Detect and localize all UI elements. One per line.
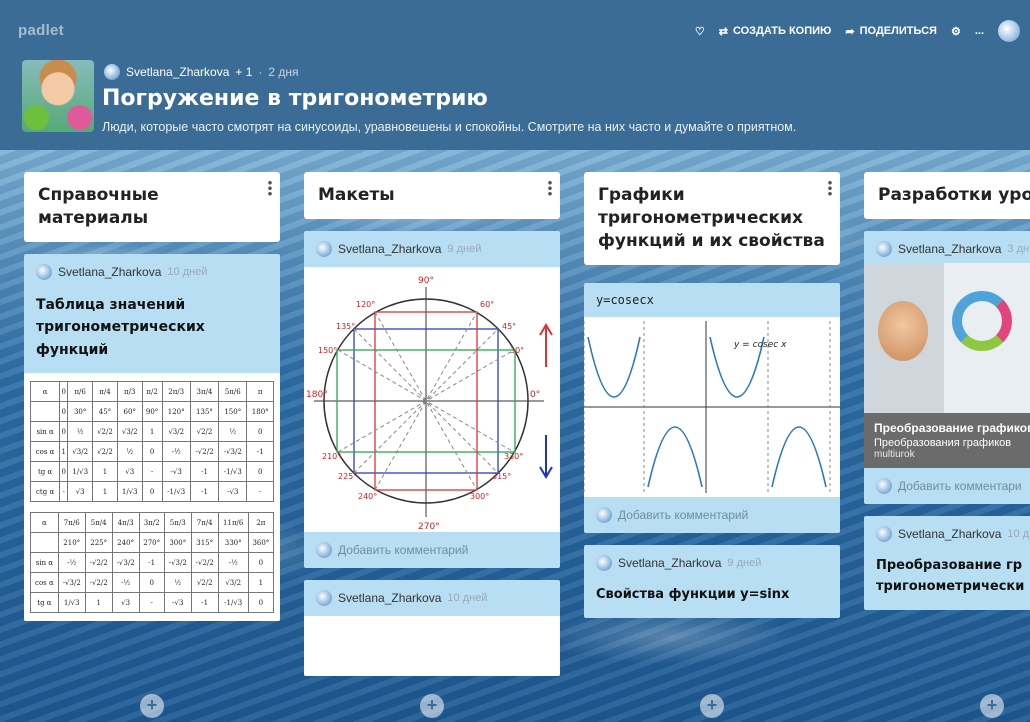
contributors-count[interactable]: + 1: [235, 65, 252, 79]
column-layouts: Макеты Svetlana_Zharkova 9 дней 90° 270°…: [304, 172, 560, 676]
post-card[interactable]: Svetlana_Zharkova 10 д Преобразование гр…: [864, 515, 1030, 610]
board-avatar: [22, 60, 94, 132]
svg-text:225°: 225°: [338, 472, 357, 481]
author-avatar: [596, 554, 612, 571]
add-post-button[interactable]: +: [140, 694, 164, 718]
add-comment-button[interactable]: Добавить комментари: [864, 468, 1030, 504]
board-age: 2 дня: [268, 65, 299, 79]
author-avatar: [104, 64, 120, 80]
unit-circle-icon: 90° 270° 0° 180° 60° 45° 30° 120° 135° 1…: [306, 276, 553, 532]
meta-separator: ·: [258, 65, 263, 79]
post-card[interactable]: Svetlana_Zharkova 10 дней Таблица значен…: [24, 253, 280, 622]
author-avatar: [876, 240, 892, 257]
board-header: padlet ♡ ⇄ СОЗДАТЬ КОПИЮ ➦ ПОДЕЛИТЬСЯ ⚙ ..…: [0, 0, 1030, 150]
comment-avatar: [596, 506, 612, 523]
column-reference: Справочные материалы Svetlana_Zharkova 1…: [24, 172, 280, 622]
share-button[interactable]: ➦ ПОДЕЛИТЬСЯ: [845, 25, 937, 38]
user-avatar[interactable]: [998, 20, 1020, 42]
post-title: y=cosecx: [596, 292, 654, 307]
share-icon: ➦: [845, 25, 855, 38]
author-avatar: [316, 589, 332, 606]
padlet-logo[interactable]: padlet: [18, 22, 64, 39]
post-card[interactable]: Svetlana_Zharkova 3 дн Преобразование гр…: [864, 230, 1030, 504]
page-title: Погружение в тригонометрию: [102, 86, 488, 111]
column-header[interactable]: Разработки уро: [864, 172, 1030, 219]
svg-text:90°: 90°: [418, 276, 434, 286]
post-title: Таблица значений тригонометрических функ…: [36, 296, 205, 358]
svg-text:270°: 270°: [418, 522, 440, 532]
post-author: Svetlana_Zharkova 3 дн: [864, 231, 1030, 263]
copy-icon: ⇄: [718, 25, 728, 38]
heart-icon[interactable]: ♡: [695, 25, 705, 38]
svg-text:240°: 240°: [358, 492, 377, 501]
svg-text:30°: 30°: [510, 346, 524, 355]
svg-text:60°: 60°: [480, 300, 494, 309]
post-author: Svetlana_Zharkova 10 д: [864, 516, 1030, 548]
header-actions: ♡ ⇄ СОЗДАТЬ КОПИЮ ➦ ПОДЕЛИТЬСЯ ⚙ ...: [695, 20, 1020, 42]
board-description: Люди, которые часто смотрят на синусоиды…: [102, 120, 797, 134]
column-header[interactable]: Графики тригонометрических функций и их …: [584, 172, 840, 265]
svg-text:150°: 150°: [318, 346, 337, 355]
post-title: Свойства функции y=sinx: [596, 586, 790, 602]
svg-text:300°: 300°: [470, 492, 489, 501]
post-card[interactable]: Svetlana_Zharkova 10 дней: [304, 579, 560, 676]
post-author: Svetlana_Zharkova 9 дней: [304, 231, 560, 263]
post-author: Svetlana_Zharkova 10 дней: [24, 254, 280, 286]
link-preview[interactable]: Преобразование графиков Преобразования г…: [864, 262, 1030, 468]
post-card[interactable]: Svetlana_Zharkova 9 дней Свойства функци…: [584, 544, 840, 618]
comment-avatar: [316, 541, 332, 558]
add-post-button[interactable]: +: [420, 694, 444, 718]
post-author: Svetlana_Zharkova 10 дней: [304, 580, 560, 612]
cosec-graph-image: y = cosec x: [584, 316, 840, 497]
post-card[interactable]: y=cosecx y = cosec x Добавить комментари…: [584, 282, 840, 533]
comment-avatar: [876, 477, 892, 494]
add-comment-button[interactable]: Добавить комментарий: [584, 497, 840, 533]
svg-text:330°: 330°: [504, 452, 523, 461]
board-author[interactable]: Svetlana_Zharkova: [126, 65, 229, 79]
svg-text:0°: 0°: [530, 390, 540, 400]
svg-text:120°: 120°: [356, 300, 375, 309]
column-graphs: Графики тригонометрических функций и их …: [584, 172, 840, 618]
board-meta: Svetlana_Zharkova + 1 · 2 дня: [104, 64, 299, 80]
cosec-graph-icon: y = cosec x: [584, 320, 840, 493]
kebab-menu-icon[interactable]: [548, 180, 552, 196]
trig-values-table-image: α 0 π/6 π/4 π/3 π/2 2π/3 3π/4 5π/6 π 0 30° 45° 60° 90…: [24, 373, 280, 622]
svg-text:180°: 180°: [306, 390, 328, 400]
svg-text:45°: 45°: [502, 322, 516, 331]
link-preview-image: [864, 262, 1030, 413]
author-avatar: [316, 240, 332, 257]
author-avatar: [36, 263, 52, 280]
svg-text:y = cosec x: y = cosec x: [733, 340, 787, 350]
post-title: Преобразование гр тригонометрически: [876, 557, 1025, 594]
add-post-button[interactable]: +: [700, 694, 724, 718]
svg-text:210°: 210°: [322, 452, 341, 461]
kebab-menu-icon[interactable]: [828, 180, 832, 196]
svg-text:315°: 315°: [492, 472, 511, 481]
add-comment-button[interactable]: Добавить комментарий: [304, 532, 560, 568]
post-card[interactable]: Svetlana_Zharkova 9 дней 90° 270° 0° 180…: [304, 230, 560, 568]
post-author: Svetlana_Zharkova 9 дней: [584, 545, 840, 577]
svg-text:135°: 135°: [336, 322, 355, 331]
gear-icon[interactable]: ⚙: [951, 25, 961, 38]
unit-circle-image: 90° 270° 0° 180° 60° 45° 30° 120° 135° 1…: [304, 266, 560, 532]
remake-button[interactable]: ⇄ СОЗДАТЬ КОПИЮ: [719, 25, 832, 38]
post-image: [304, 615, 560, 676]
column-header[interactable]: Справочные материалы: [24, 172, 280, 242]
column-lessons: Разработки уро Svetlana_Zharkova 3 дн Пр…: [864, 172, 1030, 610]
kebab-menu-icon[interactable]: [268, 180, 272, 196]
column-header[interactable]: Макеты: [304, 172, 560, 219]
author-avatar: [876, 525, 892, 542]
add-post-button[interactable]: +: [980, 694, 1004, 718]
more-button[interactable]: ...: [975, 25, 984, 37]
